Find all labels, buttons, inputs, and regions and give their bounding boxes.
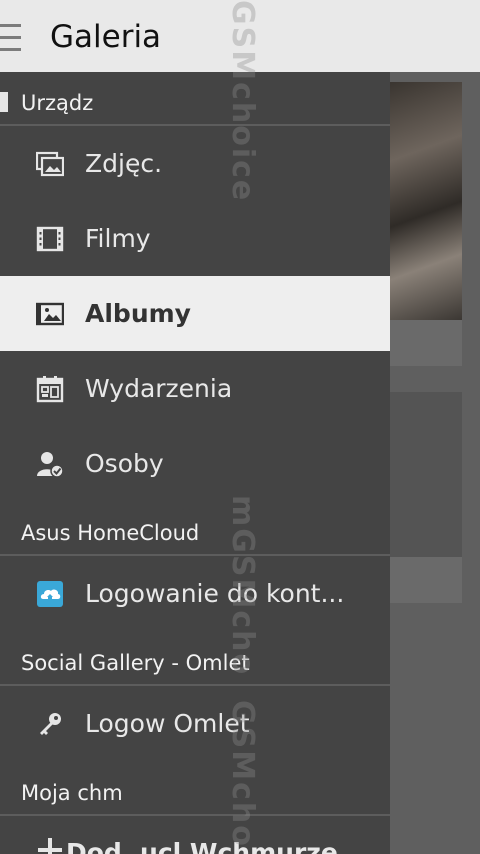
nav-item-label: Logow Omlet [85,709,250,738]
nav-item-people[interactable]: Osoby [0,426,390,501]
nav-item-label: Zdjęc. [85,149,163,178]
nav-item-label: Filmy [85,224,151,253]
nav-item-label: Albumy [85,299,191,328]
album-caption-bar [390,320,462,366]
section-marker [0,92,8,112]
film-icon [36,226,64,252]
app-header: Galeria [0,0,480,72]
nav-item-label: Logowanie do kont... [85,579,345,608]
nav-item-label: Dod. ucl Wchmurze [66,838,338,854]
navigation-drawer: Urządz Zdjęc. Filmy Albumy Wydarzenia Os… [0,72,390,854]
nav-item-label: Wydarzenia [85,374,233,403]
section-header-homecloud: Asus HomeCloud [0,502,390,556]
nav-item-videos[interactable]: Filmy [0,201,390,276]
hamburger-menu-icon[interactable] [0,24,21,51]
photos-icon [36,151,64,177]
nav-item-albums[interactable]: Albumy [0,276,390,351]
section-header-my-cloud: Moja chm [0,762,390,816]
page-title: Galeria [50,19,162,55]
section-label: Asus HomeCloud [21,521,200,545]
section-label: Social Gallery - Omlet [21,651,250,675]
nav-item-label: Osoby [85,449,164,478]
nav-item-omlet-login[interactable]: Logow Omlet [0,686,390,761]
key-icon [40,713,61,735]
menu-line [0,36,21,39]
album-icon [36,302,64,326]
section-header-social: Social Gallery - Omlet [0,632,390,686]
cloud-home-icon [37,581,63,607]
album-card[interactable] [390,392,462,557]
section-label: Moja chm [21,781,123,805]
section-label: Urządz [21,91,94,115]
menu-line [0,48,21,51]
nav-item-events[interactable]: Wydarzenia [0,351,390,426]
album-caption-bar [390,557,462,603]
calendar-icon [36,376,64,403]
nav-item-homecloud-login[interactable]: Logowanie do kont... [0,556,390,631]
person-check-icon [37,452,64,478]
section-header-device: Urządz [0,72,390,126]
nav-item-photos[interactable]: Zdjęc. [0,126,390,201]
plus-icon [38,838,62,854]
nav-item-add-account[interactable]: Dod. ucl Wchmurze [0,816,390,854]
album-thumbnail[interactable] [390,82,462,320]
menu-line [0,24,21,27]
